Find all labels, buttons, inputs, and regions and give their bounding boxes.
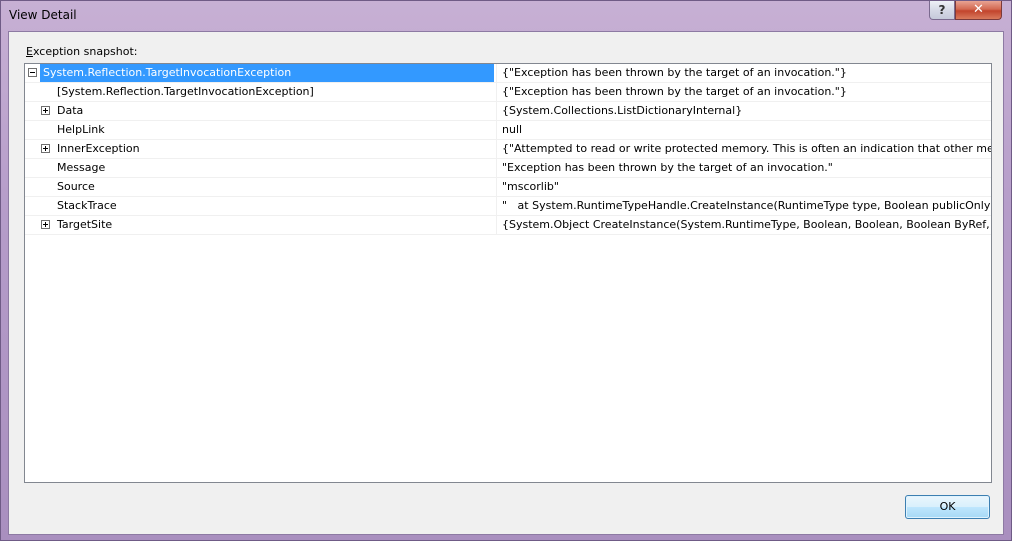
tree-row-name: Message [57, 161, 106, 174]
tree-row-value: "Exception has been thrown by the target… [502, 161, 833, 174]
tree-row-name-cell[interactable]: [System.Reflection.TargetInvocationExcep… [25, 83, 497, 101]
window-title: View Detail [9, 8, 77, 22]
tree-row-value: " at System.RuntimeTypeHandle.CreateInst… [502, 199, 991, 212]
tree-row-root[interactable]: System.Reflection.TargetInvocationExcept… [25, 64, 991, 83]
exception-snapshot-label: Exception snapshot: [26, 45, 138, 58]
tree-row-name: StackTrace [57, 199, 117, 212]
tree-row[interactable]: HelpLink null [25, 121, 991, 140]
tree-row[interactable]: InnerException {"Attempted to read or wr… [25, 140, 991, 159]
tree-row[interactable]: TargetSite {System.Object CreateInstance… [25, 216, 991, 235]
tree-row[interactable]: Data {System.Collections.ListDictionaryI… [25, 102, 991, 121]
tree-row[interactable]: StackTrace " at System.RuntimeTypeHandle… [25, 197, 991, 216]
view-detail-dialog: View Detail ? ✕ Exception snapshot: Syst… [0, 0, 1012, 541]
tree-row-value: "mscorlib" [502, 180, 559, 193]
tree-row-value: {"Exception has been thrown by the targe… [502, 85, 847, 98]
tree-row-name-cell[interactable]: InnerException [25, 140, 497, 158]
ok-button[interactable]: OK [905, 495, 990, 519]
dialog-client-area: Exception snapshot: System.Reflection.Ta… [8, 31, 1004, 535]
tree-row-name-cell[interactable]: TargetSite [25, 216, 497, 234]
tree-row-value: null [502, 123, 523, 136]
tree-row-value: {System.Object CreateInstance(System.Run… [502, 218, 991, 231]
tree-row[interactable]: [System.Reflection.TargetInvocationExcep… [25, 83, 991, 102]
help-button[interactable]: ? [929, 1, 955, 20]
tree-row-name-cell[interactable]: HelpLink [25, 121, 497, 139]
tree-row-name: Source [57, 180, 95, 193]
tree-row-value: {"Attempted to read or write protected m… [502, 142, 991, 155]
expand-icon[interactable] [41, 220, 50, 229]
snapshot-label-mnemonic: E [26, 45, 33, 58]
close-button[interactable]: ✕ [955, 1, 1002, 20]
tree-row-value: {System.Collections.ListDictionaryIntern… [502, 104, 743, 117]
tree-row-name: HelpLink [57, 123, 105, 136]
tree-row-name: TargetSite [57, 218, 113, 231]
expand-icon[interactable] [41, 144, 50, 153]
exception-tree-grid[interactable]: System.Reflection.TargetInvocationExcept… [24, 63, 992, 483]
tree-row-name-cell[interactable]: StackTrace [25, 197, 497, 215]
tree-row-name-cell[interactable]: Source [25, 178, 497, 196]
title-bar[interactable]: View Detail ? ✕ [1, 1, 1011, 31]
tree-row-name: InnerException [57, 142, 140, 155]
tree-row-name: Data [57, 104, 84, 117]
tree-row-name: System.Reflection.TargetInvocationExcept… [40, 64, 494, 82]
snapshot-label-text: xception snapshot: [32, 45, 138, 58]
collapse-icon[interactable] [28, 68, 37, 77]
tree-row-name: [System.Reflection.TargetInvocationExcep… [57, 85, 314, 98]
tree-row-name-cell[interactable]: System.Reflection.TargetInvocationExcept… [25, 64, 497, 82]
tree-row-name-cell[interactable]: Data [25, 102, 497, 120]
expand-icon[interactable] [41, 106, 50, 115]
tree-row[interactable]: Message "Exception has been thrown by th… [25, 159, 991, 178]
tree-row-name-cell[interactable]: Message [25, 159, 497, 177]
tree-row[interactable]: Source "mscorlib" [25, 178, 991, 197]
tree-row-value: {"Exception has been thrown by the targe… [502, 66, 847, 79]
